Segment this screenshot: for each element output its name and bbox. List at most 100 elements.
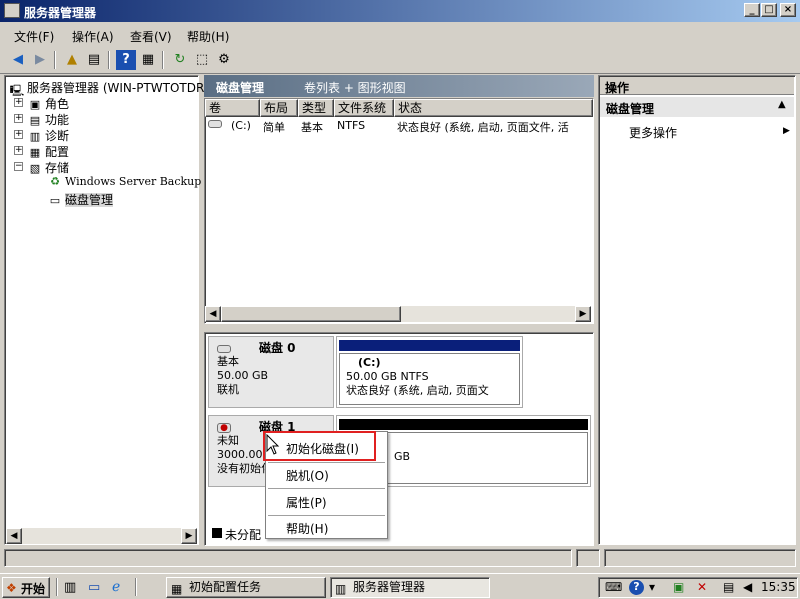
window-title: 服务器管理器 [24,6,97,20]
close-button[interactable]: × [780,3,796,17]
status-panel-main [4,549,572,567]
expand-roles-toggle[interactable]: + [14,98,23,107]
quicklaunch-show-desktop-icon[interactable]: ▭ [88,580,100,595]
menu-separator [268,515,385,516]
tree-item-storage[interactable]: ▧ 存储 [27,159,69,176]
expand-diagnostics-toggle[interactable]: + [14,130,23,139]
tree-horizontal-scrollbar[interactable]: ◀ ▶ [6,528,197,544]
taskbar-item-initial-configuration[interactable]: ▦ 初始配置任务 [166,577,326,598]
menu-help[interactable]: 帮助(H) [187,28,229,45]
disk-0-volume-region[interactable]: (C:) 50.00 GB NTFS 状态良好 (系统, 启动, 页面文 [336,336,523,408]
cell-status: 状态良好 (系统, 启动, 页面文件, 活 [397,121,569,134]
actions-section-disk-management[interactable]: 磁盘管理 ▲ [600,97,794,117]
refresh-icon[interactable]: ↻ [170,50,190,70]
menu-action[interactable]: 操作(A) [72,28,114,45]
help-icon[interactable]: ? [116,50,136,70]
menu-item-offline[interactable]: 脱机(O) [286,467,329,484]
status-panel-right [604,549,796,567]
disk-0-info[interactable]: 磁盘 0 基本 50.00 GB 联机 [208,336,334,408]
toolbar: ◀ ▶ ▲ ▤ ? ▦ ↻ ⬚ ⚙ [0,46,800,74]
column-header-volume[interactable]: 卷 [205,99,260,117]
menu-item-initialize-disk[interactable]: 初始化磁盘(I) [286,440,359,457]
menu-item-help[interactable]: 帮助(H) [286,520,328,537]
legend-unallocated-swatch [212,528,222,538]
show-hide-tree-icon[interactable]: ▤ [84,50,104,70]
disk-0-size: 50.00 GB [217,369,269,382]
app-icon [4,3,20,18]
tree-item-disk-management[interactable]: ▭ 磁盘管理 [47,191,114,208]
speaker-icon[interactable]: ◀ [743,580,752,594]
mouse-cursor [266,434,280,455]
table-row[interactable]: (C:) 简单 基本 NTFS 状态良好 (系统, 启动, 页面文件, 活 [205,118,591,134]
list-scroll-left-icon[interactable]: ◀ [205,306,221,322]
system-tray: ⌨ ? ▾ ▣ ✕ ▤ ◀ 15:35 [598,577,798,598]
disk-0-type: 基本 [217,355,239,368]
menu-bar: 文件(F) 操作(A) 查看(V) 帮助(H) [0,25,800,45]
unallocated-size: GB [394,450,411,463]
export-icon[interactable]: ⬚ [192,50,212,70]
settings-icon[interactable]: ⚙ [214,50,234,70]
list-scroll-thumb[interactable] [221,306,401,322]
taskbar-item-server-manager[interactable]: ▥ 服务器管理器 [330,577,490,598]
column-header-filesystem[interactable]: 文件系统 [334,99,394,117]
navigation-tree: 🖳 服务器管理器 (WIN-PTWTOTDRL5 + ▣ 角色 + ▤ 功能 + ▥ 诊… [4,75,219,545]
menu-separator [268,488,385,489]
up-folder-icon[interactable]: ▲ [62,50,82,70]
menu-item-properties[interactable]: 属性(P) [286,494,327,511]
unallocated-bar [339,419,588,430]
tree-item-features[interactable]: ▤ 功能 [27,111,69,128]
submenu-arrow-icon: ▶ [783,126,790,136]
scroll-left-icon[interactable]: ◀ [6,528,22,544]
scroll-right-icon[interactable]: ▶ [181,528,197,544]
volume-c[interactable]: (C:) 50.00 GB NTFS 状态良好 (系统, 启动, 页面文 [339,353,520,405]
tree-item-configuration[interactable]: ▦ 配置 [27,143,69,160]
expand-features-toggle[interactable]: + [14,114,23,123]
volume-drive-icon [208,120,222,128]
quicklaunch-ie-icon[interactable]: ℯ [112,579,120,595]
taskbar: ❖ 开始 ▥ ▭ ℯ ▦ 初始配置任务 ▥ 服务器管理器 ⌨ ? ▾ ▣ ✕ ▤… [0,573,800,599]
server-icon: 🖳 [9,83,25,97]
keyboard-icon[interactable]: ⌨ [605,580,622,594]
center-pane-header: 磁盘管理 卷列表 + 图形视图 [204,75,594,97]
column-header-layout[interactable]: 布局 [260,99,298,117]
primary-partition-bar [339,340,520,351]
clock[interactable]: 15:35 [761,580,796,594]
maximize-button[interactable]: □ [761,3,777,17]
menu-view[interactable]: 查看(V) [130,28,172,45]
network-icon[interactable]: ▤ [723,580,734,594]
volume-c-label: (C:) [358,356,381,369]
status-bar [4,549,796,569]
quicklaunch-server-manager-icon[interactable]: ▥ [64,580,76,595]
menu-separator [268,462,385,463]
help-tray-icon[interactable]: ? [629,580,644,595]
diagnostics-icon: ▥ [29,129,41,143]
cell-layout: 简单 [263,121,285,134]
tree-root-server-manager[interactable]: 🖳 服务器管理器 (WIN-PTWTOTDRL5 [9,79,219,97]
tree-item-windows-server-backup[interactable]: ♻ Windows Server Backup [47,175,201,189]
task-config-icon: ▦ [171,582,183,596]
action-more-actions[interactable]: 更多操作 [629,124,677,141]
menu-file[interactable]: 文件(F) [14,28,54,45]
volume-muted-icon[interactable]: ✕ [697,580,707,594]
collapse-up-icon[interactable]: ▲ [778,99,786,110]
task-server-manager-label: 服务器管理器 [353,580,426,594]
start-label: 开始 [21,582,46,596]
list-scroll-right-icon[interactable]: ▶ [575,306,591,322]
list-horizontal-scrollbar[interactable]: ◀ ▶ [205,306,591,322]
back-icon[interactable]: ◀ [8,50,28,70]
server-tray-icon[interactable]: ▣ [673,580,684,594]
column-header-status[interactable]: 状态 [394,99,593,117]
tree-item-roles[interactable]: ▣ 角色 [27,95,69,112]
column-header-type[interactable]: 类型 [298,99,334,117]
storage-icon: ▧ [29,161,41,175]
tree-item-diagnostics[interactable]: ▥ 诊断 [27,127,69,144]
properties-icon[interactable]: ▦ [138,50,158,70]
windows-logo-icon: ❖ [6,581,17,595]
expand-configuration-toggle[interactable]: + [14,146,23,155]
minimize-button[interactable]: _ [744,3,760,17]
collapse-storage-toggle[interactable]: − [14,162,23,171]
start-button[interactable]: ❖ 开始 [2,577,50,598]
disk-1-warning-icon: ● [217,423,231,433]
forward-icon[interactable]: ▶ [30,50,50,70]
language-icon[interactable]: ▾ [649,580,655,594]
